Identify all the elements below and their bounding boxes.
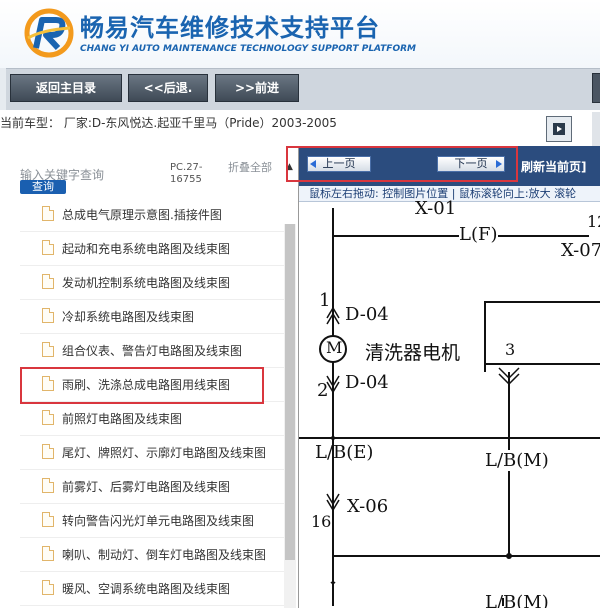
arrow-right-icon: [496, 160, 502, 168]
pin-3-label: 3: [505, 340, 516, 359]
list-item[interactable]: 前雾灯、后雾灯电路图及线束图: [20, 470, 286, 504]
list-item-label: 暖风、空调系统电路图及线束图: [62, 582, 231, 596]
wiring-diagram[interactable]: X-01 L(F) 12 X-07 1 D-04 M 清洗器电机 3 D-04 …: [299, 198, 600, 608]
play-arrow-icon: [557, 126, 562, 132]
arrow-left-icon: [310, 160, 316, 168]
list-item[interactable]: 转向警告闪光灯单元电路图及线束图: [20, 504, 286, 538]
list-item[interactable]: 前照灯电路图及线束图: [20, 402, 286, 436]
forward-button[interactable]: >>前进: [215, 74, 299, 102]
search-button[interactable]: 查询: [20, 180, 66, 194]
list-item-selected[interactable]: 雨刷、洗涤总成电路图用线束图: [20, 368, 286, 402]
brand-title: 畅易汽车维修技术支持平台: [80, 14, 380, 42]
document-icon: [42, 410, 54, 425]
viewer-nav-bar: 上一页 下一页 刷新当前页]: [299, 146, 600, 186]
home-button[interactable]: 返回主目录: [10, 74, 122, 102]
refresh-page-link[interactable]: 刷新当前页]: [521, 158, 587, 175]
list-item-label: 组合仪表、警告灯电路图及线束图: [62, 344, 243, 358]
document-icon: [42, 444, 54, 459]
prev-page-button[interactable]: 上一页: [307, 156, 371, 172]
scroll-up-icon[interactable]: ▲: [286, 162, 293, 172]
list-item-label: 转向警告闪光灯单元电路图及线束图: [62, 514, 255, 528]
toolbar-right-button[interactable]: [592, 73, 600, 103]
pc-code-label: PC.27-16755: [170, 162, 203, 185]
connector-x01-label: X-01: [415, 198, 457, 219]
list-item-label: 冷却系统电路图及线束图: [62, 310, 195, 324]
logo-icon: [24, 8, 74, 58]
motor-label: M: [326, 338, 343, 357]
document-icon: [42, 580, 54, 595]
right-edge-strip: [592, 112, 600, 146]
toggle-panel-button[interactable]: [546, 116, 572, 142]
list-item-label: 起动和充电系统电路图及线束图: [62, 242, 231, 256]
list-item-label: 雨刷、洗涤总成电路图用线束图: [62, 378, 231, 392]
list-item[interactable]: 总成电气原理示意图.插接件图: [20, 198, 286, 232]
document-icon: [42, 342, 54, 357]
list-item-label: 前雾灯、后雾灯电路图及线束图: [62, 480, 231, 494]
list-item-label: 前照灯电路图及线束图: [62, 412, 183, 426]
document-icon: [42, 512, 54, 527]
pin-2-label: 2: [317, 380, 329, 401]
document-icon: [42, 478, 54, 493]
left-scrollbar-thumb[interactable]: [285, 224, 295, 560]
vehicle-label: 当前车型： 厂家:D-东风悦达.起亚千里马（Pride）2003-2005: [0, 116, 337, 130]
list-item[interactable]: 组合仪表、警告灯电路图及线束图: [20, 334, 286, 368]
collapse-all-link[interactable]: 折叠全部: [228, 162, 272, 174]
document-icon: [42, 240, 54, 255]
wire-lbe-label: L/B(E): [315, 442, 374, 463]
document-icon: [42, 274, 54, 289]
list-item[interactable]: 尾灯、牌照灯、示廓灯电路图及线束图: [20, 436, 286, 470]
next-page-button[interactable]: 下一页: [437, 156, 505, 172]
prev-page-label: 上一页: [322, 157, 356, 170]
list-item-label: 尾灯、牌照灯、示廓灯电路图及线束图: [62, 446, 267, 460]
pin-12-label: 12: [587, 212, 600, 231]
app-header: 畅易汽车维修技术支持平台 CHANG YI AUTO MAINTENANCE T…: [0, 0, 600, 68]
list-item[interactable]: 冷却系统电路图及线束图: [20, 300, 286, 334]
list-item[interactable]: 起动和充电系统电路图及线束图: [20, 232, 286, 266]
pin-16-label: 16: [311, 512, 332, 531]
wiring-diagram-lines: [299, 208, 600, 606]
list-item[interactable]: 暖风、空调系统电路图及线束图: [20, 572, 286, 606]
wire-lbm-label: L/B(M): [485, 450, 549, 471]
document-icon: [42, 308, 54, 323]
connector-x07-label: X-07: [561, 240, 600, 261]
list-item[interactable]: 喇叭、制动灯、倒车灯电路图及线束图: [20, 538, 286, 572]
washer-motor-label: 清洗器电机: [365, 342, 461, 364]
connector-d04-top-label: D-04: [345, 304, 389, 325]
toolbar-edge: [0, 68, 6, 110]
document-icon: [42, 376, 54, 391]
wire-lbm-bottom-label: L/B(M): [485, 592, 549, 608]
tree-list: 总成电气原理示意图.插接件图 起动和充电系统电路图及线束图 发动机控制系统电路图…: [20, 198, 286, 606]
back-button[interactable]: <<后退.: [128, 74, 208, 102]
list-item-label: 喇叭、制动灯、倒车灯电路图及线束图: [62, 548, 267, 562]
list-item[interactable]: 发动机控制系统电路图及线束图: [20, 266, 286, 300]
list-item-label: 发动机控制系统电路图及线束图: [62, 276, 231, 290]
document-icon: [42, 206, 54, 221]
list-item-label: 总成电气原理示意图.插接件图: [62, 208, 222, 222]
left-panel: 输入关键字查询 查询 PC.27-16755 折叠全部 ▲ 总成电气原理示意图.…: [0, 152, 298, 608]
toolbar: 返回主目录 <<后退. >>前进: [0, 68, 600, 110]
next-page-label: 下一页: [454, 157, 488, 170]
document-icon: [42, 546, 54, 561]
connector-d04-bottom-label: D-04: [345, 372, 389, 393]
wire-lf-label: L(F): [459, 224, 498, 245]
connector-x06-label: X-06: [347, 496, 389, 517]
brand-subtitle: CHANG YI AUTO MAINTENANCE TECHNOLOGY SUP…: [80, 44, 416, 54]
diagram-viewer: 上一页 下一页 刷新当前页] 鼠标左右拖动: 控制图片位置 | 鼠标滚轮向上:放…: [298, 146, 600, 608]
pin-1-label: 1: [319, 290, 331, 311]
